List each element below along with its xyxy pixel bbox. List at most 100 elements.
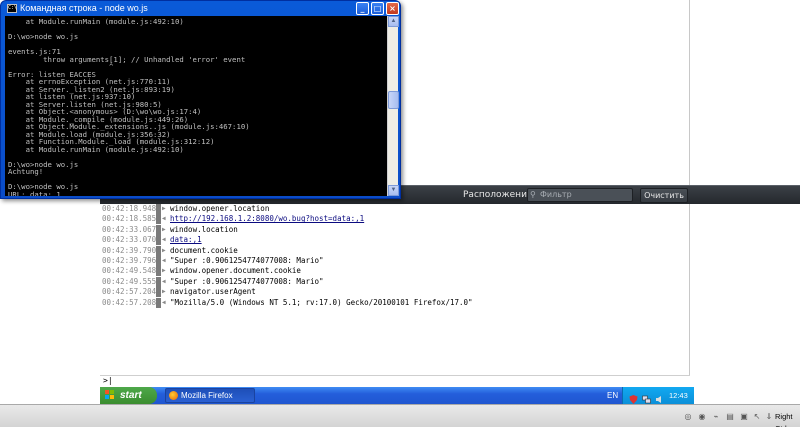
log-link[interactable]: data:,1 xyxy=(170,235,202,245)
cmd-line: at errnoException (net.js:770:11) xyxy=(8,77,171,86)
log-message: window.opener.document.cookie xyxy=(170,266,301,276)
clear-button[interactable]: Очистить xyxy=(640,188,688,203)
input-arrow-icon: ▶ xyxy=(162,205,166,212)
minimize-button[interactable]: _ xyxy=(356,2,369,15)
console-log-row: 00:42:39.790 ▶ document.cookie xyxy=(0,245,690,256)
taskbar-item-firefox[interactable]: Mozilla Firefox xyxy=(165,388,255,403)
arrow-down-icon[interactable]: ⇓ xyxy=(764,412,774,422)
close-button[interactable]: × xyxy=(386,2,399,15)
console-log-row: 00:42:33.070 ◀ data:,1 xyxy=(0,235,690,246)
output-arrow-icon: ◀ xyxy=(162,236,166,244)
output-arrow-icon: ◀ xyxy=(162,277,166,285)
log-message: window.opener.location xyxy=(170,204,270,213)
log-category-marker xyxy=(156,214,161,225)
log-message: navigator.userAgent xyxy=(170,287,256,297)
output-arrow-icon: ◀ xyxy=(162,298,166,306)
folder-icon[interactable]: ▤ xyxy=(725,412,735,422)
scroll-down-button[interactable]: ▼ xyxy=(388,185,399,196)
cmd-titlebar[interactable]: C:\ Командная строка - node wo.js _ □ × xyxy=(1,1,400,16)
log-timestamp: 00:42:33.070 xyxy=(102,235,157,245)
network-icon[interactable] xyxy=(642,391,651,404)
log-link[interactable]: http://192.168.1.2:8080/wo.bug?host=data… xyxy=(170,214,364,224)
search-icon: ⚲ xyxy=(530,190,536,199)
taskbar-item-label: Mozilla Firefox xyxy=(181,391,233,400)
cmd-line: at listen (net.js:937:10) xyxy=(8,92,136,101)
log-message: "Mozilla/5.0 (Windows NT 5.1; rv:17.0) G… xyxy=(170,297,473,307)
cmd-line: throw arguments[1]; // Unhandled 'error'… xyxy=(8,54,246,64)
output-arrow-icon: ◀ xyxy=(162,257,166,264)
cmd-icon: C:\ xyxy=(7,4,18,13)
system-tray: 12:43 AM xyxy=(622,387,694,417)
console-log-row: 00:42:49.555 ◀ "Super :0.9061254774077008:… xyxy=(0,276,690,287)
maximize-button[interactable]: □ xyxy=(371,2,384,15)
log-timestamp: 00:42:18.948 xyxy=(102,204,157,213)
scroll-thumb[interactable] xyxy=(388,91,399,109)
log-category-marker xyxy=(156,224,161,235)
filter-input[interactable]: ⚲ Фильтр xyxy=(527,188,633,202)
firefox-icon xyxy=(169,391,178,400)
log-timestamp: 00:42:57.208 xyxy=(102,297,157,307)
cmd-scrollbar[interactable]: ▲ ▼ xyxy=(387,16,399,196)
network-adapter-icon[interactable]: ▣ xyxy=(739,412,749,422)
cmd-line: events.js:71 xyxy=(8,47,61,56)
start-button[interactable]: start xyxy=(100,387,157,404)
mouse-icon[interactable]: ↖ xyxy=(752,412,762,422)
log-timestamp: 00:42:33.067 xyxy=(102,224,157,234)
log-category-marker xyxy=(156,276,161,287)
log-category-marker xyxy=(156,204,161,214)
log-timestamp: 00:42:39.790 xyxy=(102,245,157,255)
cmd-line: at Server.listen (net.js:980:5) xyxy=(8,99,162,109)
windows-flag-icon xyxy=(105,390,115,400)
cmd-output[interactable]: at Module.runMain (module.js:492:10) D:\w… xyxy=(5,16,387,196)
console-output: 00:42:18.948 ▶ window.opener.location 00:42… xyxy=(0,204,800,375)
console-log-row: 00:42:57.208 ◀ "Mozilla/5.0 (Windows NT 5.… xyxy=(0,297,690,308)
log-message: window.location xyxy=(170,224,238,234)
input-arrow-icon: ▶ xyxy=(162,246,166,254)
log-category-marker xyxy=(156,256,161,266)
input-arrow-icon: ▶ xyxy=(162,225,166,233)
cmd-window[interactable]: C:\ Командная строка - node wo.js _ □ × … xyxy=(0,0,401,199)
log-message: "Super :0.9061254774077008: Mario" xyxy=(170,276,324,286)
window-title: Командная строка - node wo.js xyxy=(20,3,148,13)
log-category-marker xyxy=(156,235,161,246)
filter-placeholder: Фильтр xyxy=(540,190,572,199)
console-log-row: 00:42:57.204 ▶ navigator.userAgent xyxy=(0,287,690,298)
log-category-marker xyxy=(156,287,161,298)
cmd-line: Error: listen EACCES xyxy=(8,69,96,79)
disk-icon[interactable]: ◎ xyxy=(683,412,693,422)
shield-icon[interactable] xyxy=(629,391,638,404)
left-blank-area xyxy=(0,185,100,404)
console-log-row: 00:42:33.067 ▶ window.location xyxy=(0,224,690,235)
layout-menu-label: Расположение xyxy=(463,190,533,200)
console-log-row: 00:42:49.548 ▶ window.opener.document.cook… xyxy=(0,266,690,277)
start-label: start xyxy=(120,390,142,401)
page-divider xyxy=(689,0,690,185)
log-timestamp: 00:42:18.585 xyxy=(102,214,157,224)
log-timestamp: 00:42:49.548 xyxy=(102,266,157,276)
vm-status-bar: ◎ ◉ ⌁ ▤ ▣ ↖ ⇓ Right Ctrl xyxy=(0,404,800,427)
console-log-row: 00:42:18.948 ▶ window.opener.location xyxy=(0,204,690,214)
input-arrow-icon: ▶ xyxy=(162,267,166,275)
cmd-line: D:\wo>node wo.js xyxy=(8,182,79,191)
cmd-line xyxy=(8,175,250,183)
cmd-line: at Server._listen2 (net.js:893:19) xyxy=(8,84,175,94)
cmd-line: at Module.runMain (module.js:492:10) xyxy=(8,17,184,26)
cmd-text: at Module.runMain (module.js:492:10) D:\w… xyxy=(8,17,250,196)
console-log-row: 00:42:39.796 ◀ "Super :0.9061254774077008:… xyxy=(0,256,690,266)
host-key-label: Right Ctrl xyxy=(775,412,793,427)
cmd-line: D:\wo>node wo.js xyxy=(8,159,79,169)
cmd-line: at Module._compile (module.js:449:26) xyxy=(8,114,189,124)
output-arrow-icon: ◀ xyxy=(162,215,166,223)
scroll-up-button[interactable]: ▲ xyxy=(388,16,399,27)
cd-icon[interactable]: ◉ xyxy=(697,412,707,422)
console-command-input[interactable]: >| xyxy=(100,375,690,386)
desktop-screen: Расположение▾ ⚲Фильтр Очистить 00:42:18.… xyxy=(0,0,800,427)
language-indicator[interactable]: EN xyxy=(607,387,618,404)
log-timestamp: 00:42:57.204 xyxy=(102,287,157,297)
cmd-line: at Object.Module._extensions..js (module… xyxy=(8,122,250,131)
volume-icon[interactable] xyxy=(655,391,664,403)
log-message: document.cookie xyxy=(170,245,238,255)
input-arrow-icon: ▶ xyxy=(162,288,166,296)
log-category-marker xyxy=(156,245,161,256)
usb-icon[interactable]: ⌁ xyxy=(711,412,721,422)
